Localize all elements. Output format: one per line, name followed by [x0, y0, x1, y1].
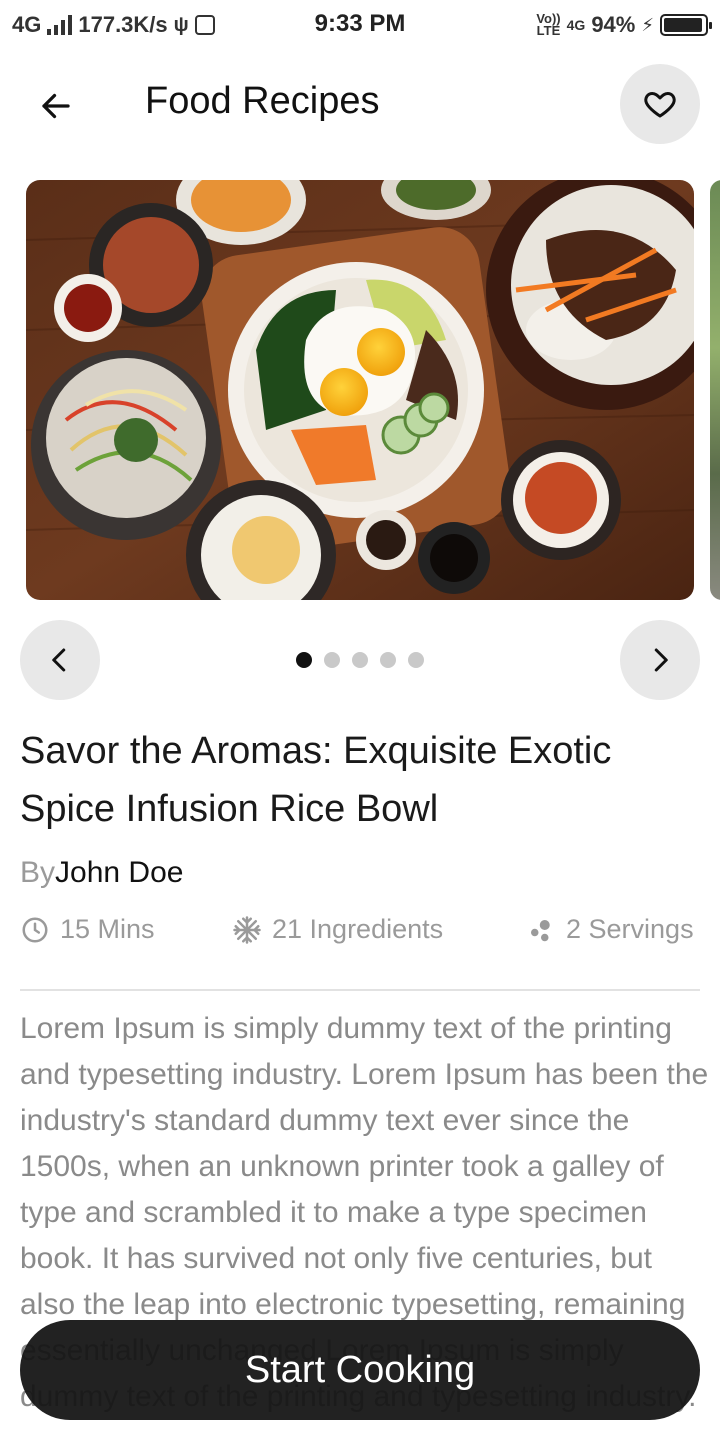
- heart-icon: [644, 92, 676, 118]
- favorite-button[interactable]: [620, 64, 700, 144]
- ingredient-count-label: 21 Ingredients: [272, 914, 444, 944]
- snowflake-icon: [233, 915, 261, 944]
- carousel-dot[interactable]: [408, 652, 424, 668]
- prev-image-button[interactable]: [20, 620, 100, 700]
- author-name[interactable]: John Doe: [55, 856, 183, 889]
- carousel-dot[interactable]: [352, 652, 368, 668]
- recipe-title: Savor the Aromas: Exquisite Exotic Spice…: [20, 730, 612, 830]
- by-label: By: [20, 856, 56, 889]
- page-title: Food Recipes: [145, 80, 380, 122]
- chevron-left-icon: [52, 648, 66, 672]
- network-type-2: 4G: [566, 17, 586, 33]
- cook-time: 15 Mins: [20, 914, 155, 945]
- servings: 2 Servings: [526, 914, 694, 945]
- carousel-dot[interactable]: [324, 652, 340, 668]
- arrow-left-icon: [42, 93, 70, 119]
- next-image-button[interactable]: [620, 620, 700, 700]
- carousel-dot[interactable]: [380, 652, 396, 668]
- next-image-preview[interactable]: [710, 180, 720, 600]
- charging-icon: ⚡: [641, 14, 654, 35]
- clock-icon: [22, 917, 48, 942]
- cook-time-label: 15 Mins: [60, 914, 155, 944]
- start-cooking-button[interactable]: Start Cooking: [20, 1320, 700, 1420]
- recipe-author: ByJohn Doe: [20, 856, 183, 890]
- battery-percent: 94%: [591, 12, 636, 37]
- servings-icon: [531, 919, 550, 941]
- carousel-dots: [296, 652, 424, 668]
- status-bar: 4G 177.3K/s ψ 9:33 PM Vo)) LTE 4G 94% ⚡: [0, 0, 720, 50]
- food-photo: [26, 180, 694, 600]
- battery-level: [664, 18, 702, 32]
- volte-icon: Vo)) LTE: [536, 12, 561, 38]
- ingredient-count: 21 Ingredients: [232, 914, 443, 945]
- chevron-right-icon: [654, 648, 668, 672]
- carousel-dot[interactable]: [296, 652, 312, 668]
- status-right: Vo)) LTE 4G 94% ⚡: [536, 12, 712, 38]
- servings-label: 2 Servings: [566, 914, 694, 944]
- divider: [20, 989, 700, 991]
- recipe-image[interactable]: [26, 180, 694, 600]
- battery-icon: [660, 14, 712, 36]
- volte-bottom: LTE: [536, 23, 561, 38]
- back-button[interactable]: [28, 78, 84, 134]
